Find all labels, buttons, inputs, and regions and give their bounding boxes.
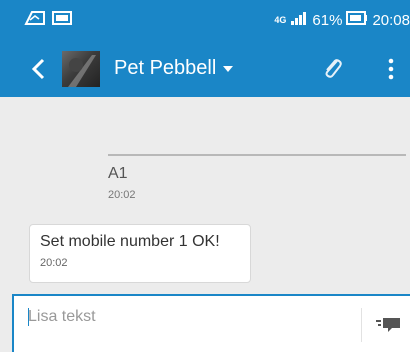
back-arrow-icon	[31, 58, 45, 79]
app-bar: Pet Pebbell	[0, 40, 410, 97]
message-input[interactable]	[28, 304, 358, 330]
status-bar: 4G 61% 20:08	[0, 0, 410, 40]
notification-icon	[24, 10, 46, 31]
status-left-icons	[0, 10, 72, 31]
received-message[interactable]: Set mobile number 1 OK! 20:02	[29, 224, 251, 283]
sent-message[interactable]: A1 20:02	[108, 165, 136, 201]
attach-button[interactable]	[318, 54, 348, 84]
overflow-menu-button[interactable]	[376, 54, 406, 84]
paperclip-icon	[325, 59, 342, 78]
divider	[108, 154, 406, 156]
message-time: 20:02	[40, 257, 68, 269]
signal-icon	[290, 11, 308, 29]
contact-name: Pet Pebbell	[114, 57, 217, 79]
send-button[interactable]	[374, 312, 402, 336]
avatar[interactable]	[62, 50, 100, 87]
message-text: Set mobile number 1 OK!	[40, 233, 220, 250]
chevron-down-icon	[223, 65, 234, 72]
contact-selector[interactable]: Pet Pebbell	[114, 57, 234, 80]
network-type-label: 4G	[274, 14, 287, 25]
send-icon	[376, 318, 400, 332]
message-text: A1	[108, 165, 128, 182]
battery-icon	[346, 11, 368, 29]
composer	[12, 294, 410, 352]
status-right-icons: 4G 61% 20:08	[274, 11, 410, 29]
overflow-menu-icon	[388, 58, 394, 80]
back-button[interactable]	[18, 40, 58, 97]
conversation-list: A1 20:02 Set mobile number 1 OK! 20:02	[0, 97, 410, 293]
messaging-screen: 4G 61% 20:08 Pet Pebbell A1 20:02 Set mo…	[0, 0, 410, 352]
clock: 20:08	[372, 11, 410, 29]
message-time: 20:02	[108, 189, 136, 201]
composer-divider	[361, 308, 362, 342]
screenshot-icon	[52, 10, 72, 31]
battery-percent: 61%	[312, 11, 343, 29]
